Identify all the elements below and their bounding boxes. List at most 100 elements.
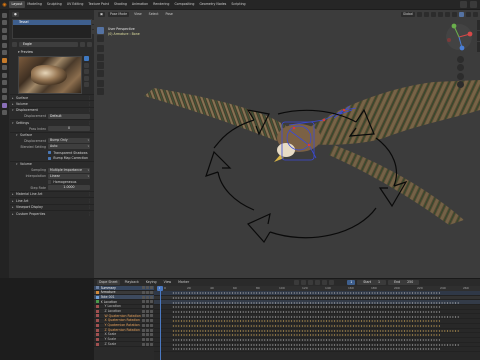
preview-monkey-icon[interactable] bbox=[84, 75, 89, 81]
material-slot-list[interactable]: Tessel bbox=[12, 19, 96, 39]
visibility-icon[interactable] bbox=[150, 300, 153, 304]
3d-viewport[interactable]: ▣ Pose Mode View Select Pose Global User… bbox=[94, 10, 480, 278]
marker-menu[interactable]: Marker bbox=[176, 280, 191, 285]
next-key-icon[interactable] bbox=[322, 280, 328, 285]
keyframe-row[interactable] bbox=[154, 347, 480, 352]
render-tab-icon[interactable] bbox=[2, 20, 7, 25]
mute-icon[interactable] bbox=[142, 286, 145, 290]
workspace-tab[interactable]: Texture Paint bbox=[86, 1, 112, 8]
visibility-icon[interactable] bbox=[150, 291, 153, 295]
modifier-tab-icon[interactable] bbox=[2, 65, 7, 70]
data-tab-icon[interactable] bbox=[2, 95, 7, 100]
prev-key-icon[interactable] bbox=[301, 280, 307, 285]
jump-end-icon[interactable] bbox=[329, 280, 335, 285]
visibility-icon[interactable] bbox=[150, 314, 153, 318]
dope-sheet-keyframes[interactable]: 0204060801001201401601802002202402601 bbox=[154, 286, 480, 360]
keyframes[interactable] bbox=[172, 315, 460, 318]
physics-tab-icon[interactable] bbox=[2, 80, 7, 85]
pin-icon[interactable]: ● bbox=[12, 11, 19, 17]
lock-icon[interactable] bbox=[146, 309, 149, 313]
eagle-head[interactable] bbox=[277, 143, 295, 157]
mute-icon[interactable] bbox=[142, 291, 145, 295]
keyframes[interactable] bbox=[172, 320, 440, 323]
visibility-icon[interactable] bbox=[150, 333, 153, 337]
lock-icon[interactable] bbox=[146, 323, 149, 327]
visibility-icon[interactable] bbox=[150, 309, 153, 313]
visibility-icon[interactable] bbox=[150, 337, 153, 341]
playback-menu[interactable]: Playback bbox=[123, 280, 141, 285]
mute-icon[interactable] bbox=[142, 323, 145, 327]
workspace-tab[interactable]: Modeling bbox=[25, 1, 45, 8]
perspective-toggle-icon[interactable] bbox=[457, 80, 464, 88]
sidebar-tab-tool[interactable] bbox=[477, 31, 480, 41]
material-tab-icon[interactable] bbox=[2, 102, 7, 108]
preview-plane-icon[interactable] bbox=[84, 62, 89, 68]
mute-icon[interactable] bbox=[142, 300, 145, 304]
end-frame-field[interactable]: End 250 bbox=[388, 280, 420, 285]
lock-icon[interactable] bbox=[146, 314, 149, 318]
mute-icon[interactable] bbox=[142, 342, 145, 346]
lock-icon[interactable] bbox=[146, 319, 149, 323]
keyframes[interactable] bbox=[172, 339, 440, 342]
shadow-mode-dropdown[interactable]: Auto ▾ bbox=[48, 144, 90, 150]
keyframes[interactable] bbox=[172, 329, 460, 332]
pass-index-field[interactable]: 0 bbox=[48, 126, 90, 132]
playhead[interactable] bbox=[160, 286, 161, 360]
displacement-value[interactable]: Default bbox=[48, 113, 90, 119]
interpolation-dropdown[interactable]: Linear ▾ bbox=[48, 173, 90, 179]
lock-icon[interactable] bbox=[146, 295, 149, 299]
scene-tab-icon[interactable] bbox=[2, 42, 7, 48]
lock-icon[interactable] bbox=[146, 342, 149, 346]
keyframes[interactable] bbox=[172, 296, 440, 300]
preview-cube-icon[interactable] bbox=[84, 69, 89, 74]
workspace-tab[interactable]: Layout bbox=[9, 1, 25, 8]
workspace-tab[interactable]: Rendering bbox=[151, 1, 172, 8]
pan-icon[interactable] bbox=[457, 64, 464, 72]
unlink-material-icon[interactable] bbox=[87, 41, 92, 47]
mute-icon[interactable] bbox=[142, 295, 145, 299]
visibility-icon[interactable] bbox=[150, 323, 153, 327]
channel-bone[interactable]: Z Scale bbox=[94, 342, 154, 347]
fake-user-icon[interactable] bbox=[80, 41, 85, 47]
texture-tab-icon[interactable] bbox=[2, 110, 7, 115]
visibility-icon[interactable] bbox=[150, 295, 153, 299]
eagle-wing-right[interactable] bbox=[309, 80, 480, 145]
jump-start-icon[interactable] bbox=[294, 280, 300, 285]
keying-menu[interactable]: Keying bbox=[144, 280, 159, 285]
workspace-tab[interactable]: UV Editing bbox=[64, 1, 86, 8]
mute-icon[interactable] bbox=[142, 333, 145, 337]
lock-icon[interactable] bbox=[146, 291, 149, 295]
workspace-tab[interactable]: Compositing bbox=[172, 1, 197, 8]
keyframes[interactable] bbox=[172, 334, 440, 337]
step-rate-field[interactable]: 1.0000 bbox=[48, 185, 90, 191]
visibility-icon[interactable] bbox=[150, 305, 153, 309]
lock-icon[interactable] bbox=[146, 328, 149, 332]
preview-hair-icon[interactable] bbox=[84, 82, 89, 87]
play-reverse-icon[interactable] bbox=[308, 280, 314, 285]
scene-selector-icon[interactable] bbox=[460, 1, 467, 8]
keyframes[interactable] bbox=[172, 310, 440, 314]
sampling-dropdown[interactable]: Multiple Importance ▾ bbox=[48, 167, 90, 173]
keyframes[interactable] bbox=[172, 301, 460, 304]
custom-properties-section[interactable]: ▸ Custom Properties ⋮ bbox=[10, 210, 94, 216]
preview-header[interactable]: ▾ Preview bbox=[12, 49, 92, 55]
mute-icon[interactable] bbox=[142, 305, 145, 309]
keyframes[interactable] bbox=[172, 306, 440, 309]
lock-icon[interactable] bbox=[146, 305, 149, 309]
view-layer-icon[interactable] bbox=[470, 1, 477, 8]
workspace-tab[interactable]: Sculpting bbox=[44, 1, 64, 8]
particles-tab-icon[interactable] bbox=[2, 72, 7, 78]
keyframes[interactable] bbox=[172, 348, 440, 351]
mute-icon[interactable] bbox=[142, 328, 145, 332]
mute-icon[interactable] bbox=[142, 337, 145, 341]
keyframe-channels[interactable] bbox=[154, 291, 480, 360]
lock-icon[interactable] bbox=[146, 286, 149, 290]
view-layer-tab-icon[interactable] bbox=[2, 35, 7, 40]
visibility-icon[interactable] bbox=[150, 328, 153, 332]
mute-icon[interactable] bbox=[142, 314, 145, 318]
keyframes[interactable] bbox=[172, 343, 460, 347]
visibility-icon[interactable] bbox=[150, 319, 153, 323]
zoom-icon[interactable] bbox=[457, 56, 464, 63]
mute-icon[interactable] bbox=[142, 309, 145, 313]
visibility-icon[interactable] bbox=[150, 342, 153, 346]
